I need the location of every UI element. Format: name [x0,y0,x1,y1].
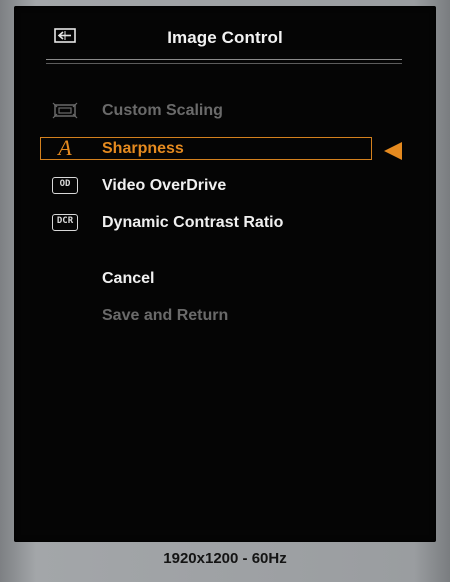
cancel-button[interactable]: Cancel [40,268,372,290]
menu-item-label: Video OverDrive [102,177,227,194]
menu-item-label: Custom Scaling [102,102,223,119]
menu-item-label: Sharpness [102,140,184,157]
selection-pointer-icon [384,142,402,160]
osd-panel: Image Control Custom Scaling A Sharpness… [14,6,436,542]
sharpness-icon: A [58,135,72,160]
od-icon: OD [52,177,78,194]
save-and-return-button[interactable]: Save and Return [40,305,372,327]
save-and-return-label: Save and Return [102,307,229,324]
cancel-label: Cancel [102,270,155,287]
dcr-icon: DCR [52,214,78,231]
page-title: Image Control [167,28,283,47]
osd-header: Image Control [14,6,436,66]
menu-item-custom-scaling[interactable]: Custom Scaling [40,100,372,122]
custom-scaling-icon [52,102,78,119]
menu-item-sharpness[interactable]: A Sharpness [40,137,372,160]
menu-item-label: Dynamic Contrast Ratio [102,214,284,231]
menu-item-video-overdrive[interactable]: OD Video OverDrive [40,175,372,197]
header-divider [46,59,402,64]
resolution-status: 1920x1200 - 60Hz [163,550,287,567]
menu-item-dynamic-contrast-ratio[interactable]: DCR Dynamic Contrast Ratio [40,212,372,234]
